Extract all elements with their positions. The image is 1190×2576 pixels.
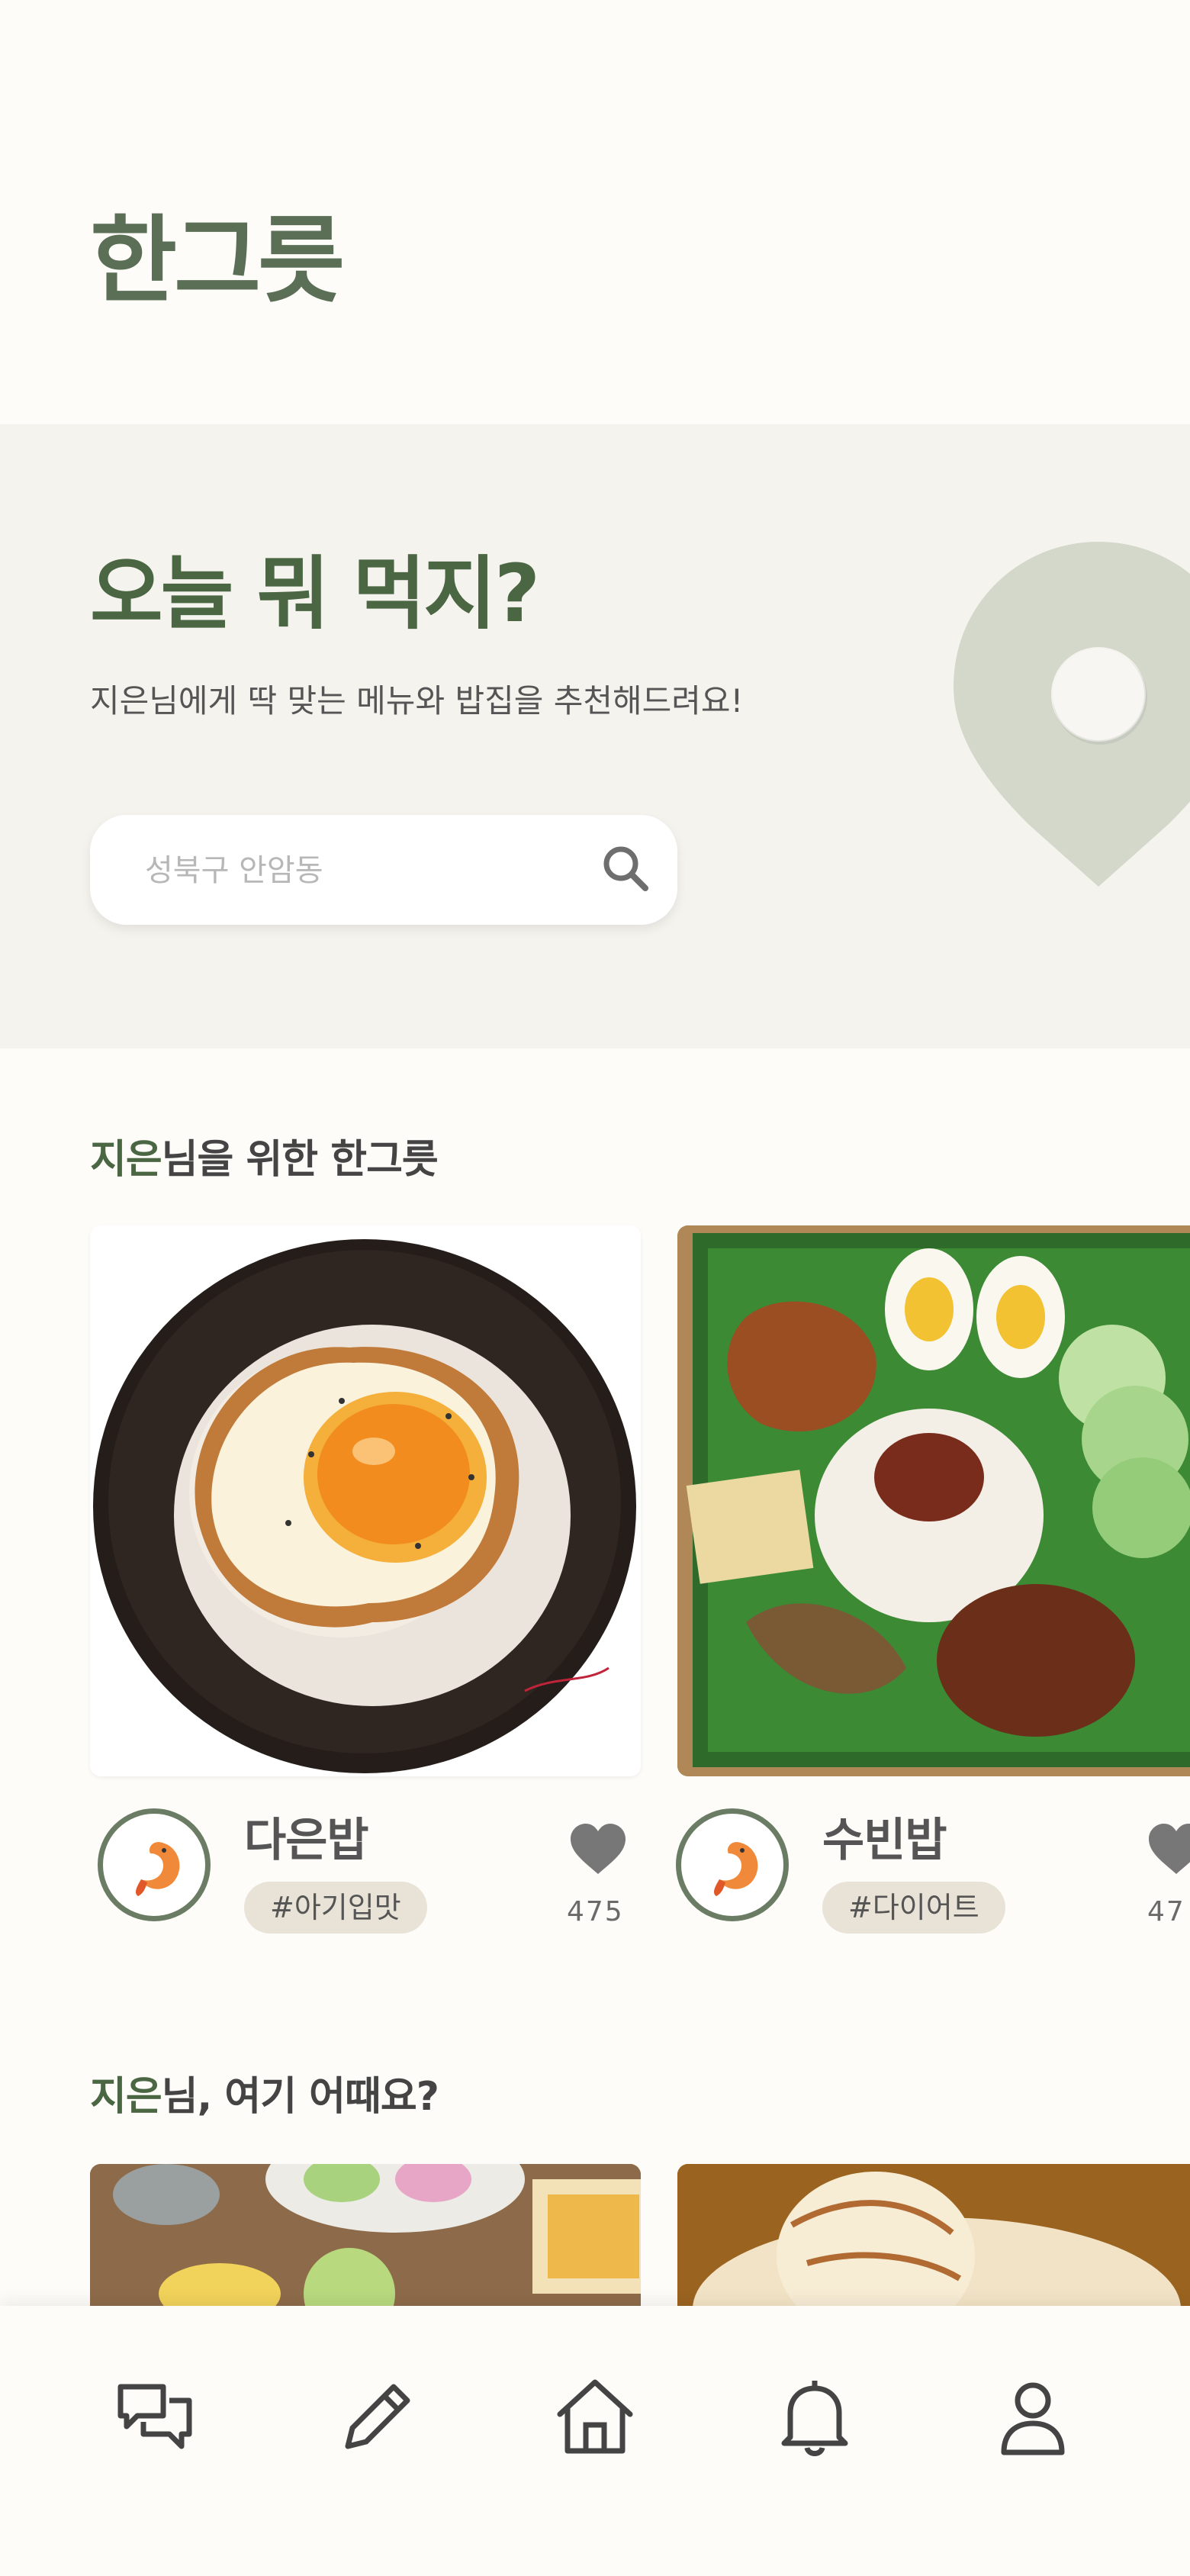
korean-side-dishes-illustration <box>90 2164 641 2309</box>
nasi-lemak-illustration <box>677 1225 1190 1776</box>
shrimp-icon <box>714 1842 758 1896</box>
section-title-text: 님을 위한 한그릇 <box>161 1137 439 1183</box>
card-name[interactable]: 수빈밥 <box>822 1818 947 1863</box>
hero-banner: 오늘 뭐 먹지? 지은님에게 딱 맞는 메뉴와 밥집을 추천해드려요! <box>0 424 1190 1048</box>
pencil-icon[interactable] <box>331 2372 423 2463</box>
search-icon[interactable] <box>597 839 658 900</box>
bell-icon[interactable] <box>769 2372 860 2463</box>
hero-subtitle: 지은님에게 딱 맞는 메뉴와 밥집을 추천해드려요! <box>90 682 744 720</box>
search-input[interactable] <box>143 842 574 899</box>
location-pin-icon <box>954 542 1190 887</box>
recipe-card-image[interactable] <box>90 1225 641 1776</box>
section-title-recommend: 지은님을 위한 한그릇 <box>90 1137 439 1183</box>
app-title: 한그릇 <box>90 206 345 316</box>
section-title-text: 님, 여기 어때요? <box>161 2074 439 2120</box>
heart-icon[interactable] <box>569 1824 627 1876</box>
avatar[interactable] <box>676 1808 789 1921</box>
place-card-image[interactable] <box>677 2164 1190 2309</box>
recipe-card-image[interactable] <box>677 1225 1190 1776</box>
hero-title: 오늘 뭐 먹지? <box>90 547 540 640</box>
home-icon[interactable] <box>549 2372 641 2463</box>
bottom-navigation <box>0 2306 1190 2576</box>
user-name-highlight: 지은 <box>90 1137 162 1183</box>
hashtag-badge[interactable]: #아기입맛 <box>244 1882 427 1934</box>
shrimp-icon <box>136 1842 180 1896</box>
hashtag-badge[interactable]: #다이어트 <box>822 1882 1005 1934</box>
heart-icon[interactable] <box>1147 1824 1190 1876</box>
rice-ball-dish-illustration <box>677 2164 1190 2309</box>
like-count: 47 <box>1147 1896 1185 1927</box>
chat-icon[interactable] <box>110 2372 201 2463</box>
egg-rice-bowl-illustration <box>93 1239 636 1773</box>
user-name-highlight: 지은 <box>90 2074 162 2120</box>
profile-icon[interactable] <box>987 2372 1079 2463</box>
avatar[interactable] <box>98 1808 211 1921</box>
like-count: 475 <box>567 1896 624 1927</box>
section-title-places: 지은님, 여기 어때요? <box>90 2077 439 2117</box>
place-card-image[interactable] <box>90 2164 641 2309</box>
card-name[interactable]: 다은밥 <box>244 1818 369 1863</box>
search-bar[interactable] <box>90 815 677 925</box>
